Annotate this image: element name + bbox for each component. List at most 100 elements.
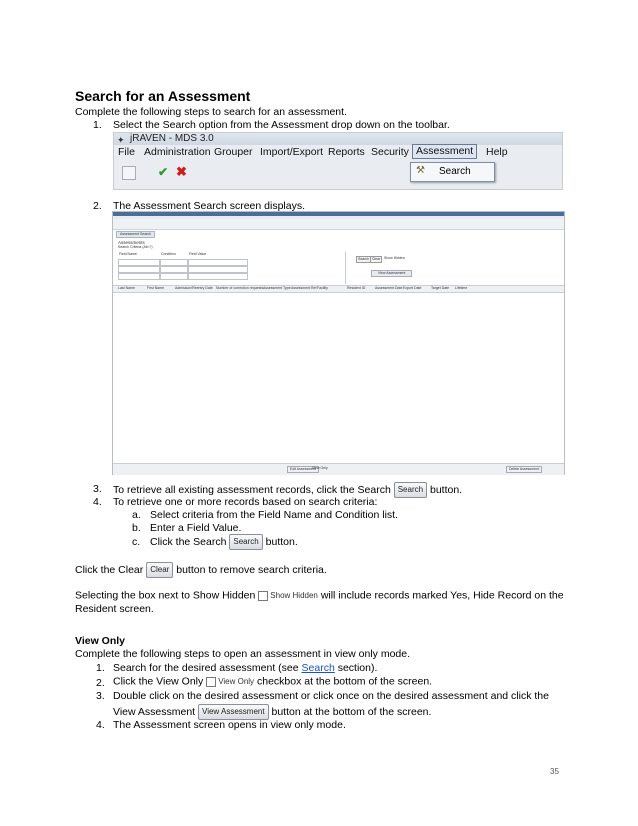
vo-step-3-line1: Double click on the desired assessment o… [113, 690, 549, 702]
result-col-resident-id[interactable]: Resident ID [347, 286, 365, 291]
intro-text: Complete the following steps to search f… [75, 106, 347, 118]
result-col-assessment-date[interactable]: Assessment Date [375, 286, 402, 291]
clear-paragraph: Click the Clear Clear button to remove s… [75, 562, 327, 578]
delete-icon[interactable]: ✖ [176, 164, 187, 180]
substep-c-text: Click the Search [150, 535, 227, 548]
dropdown-item-search[interactable]: Search [439, 166, 471, 177]
vo-step-2-text: Click the View Only [113, 675, 204, 688]
vo-step-3-end: button at the bottom of the screen. [271, 705, 432, 718]
search-button-image: Search [393, 482, 428, 498]
step-3-number: 3. [93, 483, 102, 495]
clear-text: Click the Clear [75, 563, 144, 576]
step-4-number: 4. [93, 496, 102, 508]
vo-step-3-line2: View Assessment View Assessment button a… [113, 704, 431, 720]
view-assessment-button-image: View Assessment [198, 704, 269, 720]
substep-c-letter: c. [132, 536, 141, 548]
delete-assessment-button[interactable]: Delete Assessment [506, 466, 542, 473]
view-only-checkbox-image: View Only [206, 675, 254, 688]
step-4-text: To retrieve one or more records based on… [113, 496, 378, 508]
view-only-intro: Complete the following steps to open an … [75, 648, 411, 660]
result-col-first-name[interactable]: First Name [147, 286, 164, 291]
menu-security[interactable]: Security [371, 145, 409, 160]
menu-file[interactable]: File [118, 145, 135, 160]
field-name-select-3[interactable] [118, 273, 160, 280]
step-3-text-end: button. [429, 483, 463, 496]
view-only-checkbox-mini[interactable]: View Only [312, 466, 328, 471]
assessment-dropdown: ⚒ Search [410, 162, 495, 182]
substep-a-letter: a. [132, 509, 141, 521]
vo-step-1-text: Search for the desired assessment (see [113, 662, 302, 674]
assessment-search-screenshot: Assessment Search Assessments Search Cri… [112, 211, 565, 475]
save-check-icon[interactable]: ✔ [158, 165, 168, 179]
vo-step-2-end: checkbox at the bottom of the screen. [256, 675, 433, 688]
result-col-assessment-type[interactable]: Assessment Type [263, 286, 291, 291]
substep-b-letter: b. [132, 522, 141, 534]
show-hidden-label: Show Hidden [270, 591, 318, 600]
step-2-number: 2. [93, 200, 102, 212]
app-title: jRAVEN - MDS 3.0 [130, 133, 214, 144]
results-table[interactable] [113, 293, 564, 463]
search-icon: ⚒ [416, 165, 425, 176]
result-col-admission-date[interactable]: Admission/Reentry Date [175, 286, 213, 291]
field-value-input-3[interactable] [188, 273, 248, 280]
criteria-label: Search Criteria (All=?) [118, 245, 153, 249]
substep-c-text-end: button. [265, 535, 298, 548]
result-col-last-name[interactable]: Last Name [118, 286, 135, 291]
save-icon[interactable] [122, 166, 136, 180]
field-name-select-1[interactable] [118, 259, 160, 266]
clear-text-end: button to remove search criteria. [176, 563, 327, 576]
show-hidden-paragraph: Selecting the box next to Show Hidden Sh… [75, 589, 564, 602]
field-name-select-2[interactable] [118, 266, 160, 273]
view-only-label: View Only [218, 677, 255, 686]
column-field-name: Field Name [119, 252, 137, 256]
search-button-image: Search [229, 534, 263, 550]
field-value-input-1[interactable] [188, 259, 248, 266]
clear-button-image: Clear [146, 562, 174, 578]
vo-step-2: Click the View Only View Only checkbox a… [113, 675, 432, 688]
show-hidden-text-end: will include records marked Yes, Hide Re… [320, 589, 564, 602]
step-1-text: Select the Search option from the Assess… [113, 119, 450, 131]
menu-help[interactable]: Help [486, 145, 508, 160]
menu-administration[interactable]: Administration [144, 145, 211, 160]
show-hidden-line2: Resident screen. [75, 603, 154, 615]
mini-show-hidden-checkbox[interactable]: Show Hidden [384, 256, 405, 261]
search-section-link[interactable]: Search [302, 662, 335, 674]
vo-step-4: The Assessment screen opens in view only… [113, 719, 346, 731]
condition-select-2[interactable] [160, 266, 188, 273]
step-3-text: To retrieve all existing assessment reco… [113, 483, 391, 496]
column-condition: Condition [161, 252, 176, 256]
result-col-target-date[interactable]: Target Date [431, 286, 449, 291]
mini-search-button[interactable]: Search [356, 256, 372, 263]
vo-step-4-number: 4. [96, 719, 105, 731]
menu-reports[interactable]: Reports [328, 145, 365, 160]
menu-assessment[interactable]: Assessment [412, 144, 478, 159]
result-col-assessment-ref[interactable]: Assessment Ref [291, 286, 316, 291]
mini-clear-button[interactable]: Clear [370, 256, 383, 263]
vo-step-1-end: section). [334, 662, 378, 674]
toolbar-screenshot: ✦ jRAVEN - MDS 3.0 File Administration G… [113, 132, 563, 190]
mini-view-assessment-button[interactable]: View Assessment [371, 270, 413, 277]
page-heading: Search for an Assessment [75, 88, 251, 104]
vo-step-3-text: View Assessment [113, 705, 196, 718]
search-window-tab[interactable]: Assessment Search [116, 231, 156, 238]
show-hidden-text: Selecting the box next to Show Hidden [75, 589, 256, 602]
menu-grouper[interactable]: Grouper [214, 145, 253, 160]
condition-select-3[interactable] [160, 273, 188, 280]
menu-import-export[interactable]: Import/Export [260, 145, 323, 160]
condition-select-1[interactable] [160, 259, 188, 266]
show-hidden-checkbox-image: Show Hidden [258, 589, 318, 602]
field-value-input-2[interactable] [188, 266, 248, 273]
view-only-heading: View Only [75, 635, 125, 647]
result-col-corrections[interactable]: Number of correction requests [216, 286, 263, 291]
vo-step-1-number: 1. [96, 662, 105, 674]
vo-step-2-number: 2. [96, 677, 105, 689]
app-title-bar: ✦ jRAVEN - MDS 3.0 [114, 133, 562, 145]
vo-step-1: Search for the desired assessment (see S… [113, 662, 377, 675]
substep-c-line: Click the Search Search button. [150, 534, 298, 550]
result-col-export-date[interactable]: Export Date [403, 286, 421, 291]
result-col-facility[interactable]: Facility [317, 286, 328, 291]
column-field-value: Field Value [189, 252, 207, 256]
page-number: 35 [550, 767, 559, 776]
result-col-lifetime[interactable]: Lifetime [455, 286, 467, 291]
substep-a-text: Select criteria from the Field Name and … [150, 509, 399, 521]
